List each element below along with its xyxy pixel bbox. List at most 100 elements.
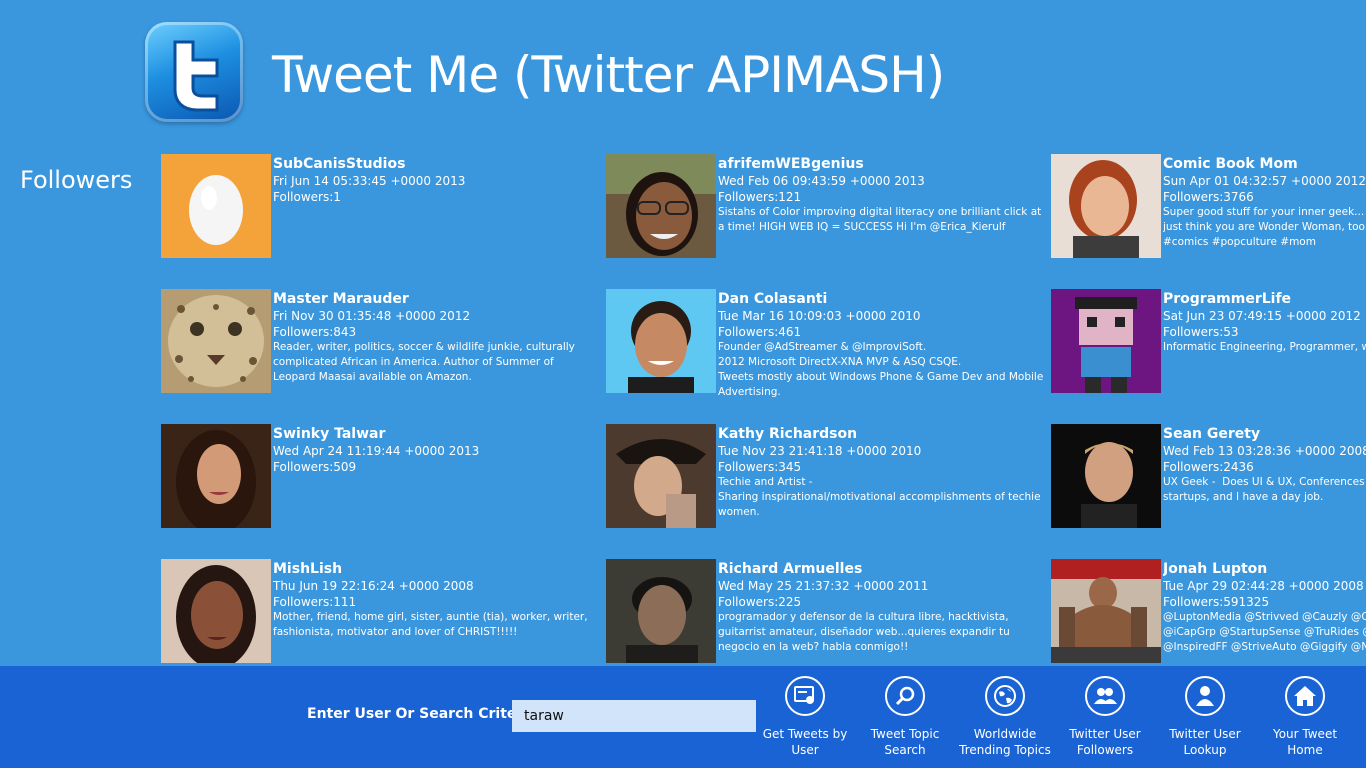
followers-value: 225 [778, 595, 802, 609]
tweets-by-user-icon [785, 676, 825, 716]
follower-count: Followers:53 [1163, 324, 1366, 340]
follower-card[interactable]: MishLish Thu Jun 19 22:16:24 +0000 2008 … [161, 559, 601, 663]
avatar [1051, 154, 1161, 258]
follower-name[interactable]: Sean Gerety [1163, 425, 1366, 443]
follower-card[interactable]: Kathy Richardson Tue Nov 23 21:41:18 +00… [606, 424, 1046, 528]
avatar [1051, 289, 1161, 393]
followers-value: 345 [778, 460, 802, 474]
follower-card[interactable]: Comic Book Mom Sun Apr 01 04:32:57 +0000… [1051, 154, 1366, 258]
follower-card[interactable]: Jonah Lupton Tue Apr 29 02:44:28 +0000 2… [1051, 559, 1366, 663]
follower-name[interactable]: Kathy Richardson [718, 425, 1044, 443]
avatar [606, 559, 716, 663]
follower-card[interactable]: Dan Colasanti Tue Mar 16 10:09:03 +0000 … [606, 289, 1046, 398]
follower-card[interactable]: afrifemWEBgenius Wed Feb 06 09:43:59 +00… [606, 154, 1046, 258]
tweet-topic-search-button[interactable]: Tweet Topic Search [855, 676, 955, 758]
follower-card[interactable]: Master Marauder Fri Nov 30 01:35:48 +000… [161, 289, 601, 393]
followers-value: 111 [333, 595, 357, 609]
follower-name[interactable]: Richard Armuelles [718, 560, 1044, 578]
follower-date: Fri Jun 14 05:33:45 +0000 2013 [273, 174, 466, 188]
bottom-app-bar: Enter User Or Search Criteria: Get Tweet… [0, 666, 1366, 768]
followers-value: 461 [778, 325, 802, 339]
button-label: Twitter User Followers [1069, 727, 1141, 757]
avatar [161, 154, 271, 258]
twitter-user-followers-button[interactable]: Twitter User Followers [1055, 676, 1155, 758]
avatar [1051, 559, 1161, 663]
search-label: Enter User Or Search Criteria: [307, 706, 544, 722]
avatar [606, 424, 716, 528]
followers-value: 121 [778, 190, 802, 204]
follower-card[interactable]: ProgrammerLife Sat Jun 23 07:49:15 +0000… [1051, 289, 1366, 393]
follower-name[interactable]: Master Marauder [273, 290, 599, 308]
followers-value: 1 [333, 190, 341, 204]
search-icon [885, 676, 925, 716]
follower-name[interactable]: Jonah Lupton [1163, 560, 1366, 578]
get-tweets-by-user-button[interactable]: Get Tweets by User [755, 676, 855, 758]
follower-name[interactable]: ProgrammerLife [1163, 290, 1366, 308]
follower-date: Thu Jun 19 22:16:24 +0000 2008 [273, 579, 474, 593]
followers-label: Followers: [273, 460, 334, 474]
follower-count: Followers:461 [718, 324, 1044, 340]
follower-name[interactable]: Comic Book Mom [1163, 155, 1366, 173]
follower-name[interactable]: Swinky Talwar [273, 425, 599, 443]
follower-count: Followers:111 [273, 594, 599, 610]
avatar [606, 154, 716, 258]
follower-description: Informatic Engineering, Programmer, wann… [1163, 341, 1366, 353]
follower-count: Followers:3766 [1163, 189, 1366, 205]
follower-date: Wed Feb 13 03:28:36 +0000 2008 [1163, 444, 1366, 458]
followers-value: 2436 [1223, 460, 1254, 474]
app-logo [145, 22, 243, 122]
follower-description: @LuptonMedia @Strivved @Cauzly @Gree @iC… [1163, 611, 1366, 653]
follower-description: Sistahs of Color improving digital liter… [718, 206, 1042, 233]
follower-date: Wed Feb 06 09:43:59 +0000 2013 [718, 174, 925, 188]
app-title: Tweet Me (Twitter APIMASH) [272, 46, 945, 104]
followers-icon [1085, 676, 1125, 716]
follower-date: Wed May 25 21:37:32 +0000 2011 [718, 579, 929, 593]
follower-count: Followers:591325 [1163, 594, 1366, 610]
follower-count: Followers:121 [718, 189, 1044, 205]
follower-date: Tue Apr 29 02:44:28 +0000 2008 [1163, 579, 1364, 593]
button-label: Twitter User Lookup [1169, 727, 1241, 757]
follower-name[interactable]: afrifemWEBgenius [718, 155, 1044, 173]
followers-value: 843 [333, 325, 357, 339]
section-title: Followers [20, 166, 133, 194]
follower-name[interactable]: MishLish [273, 560, 599, 578]
followers-label: Followers: [1163, 460, 1224, 474]
follower-card[interactable]: SubCanisStudios Fri Jun 14 05:33:45 +000… [161, 154, 601, 258]
follower-description: Mother, friend, home girl, sister, aunti… [273, 611, 588, 638]
followers-label: Followers: [273, 325, 334, 339]
followers-label: Followers: [1163, 325, 1224, 339]
follower-card[interactable]: Swinky Talwar Wed Apr 24 11:19:44 +0000 … [161, 424, 601, 528]
follower-description: programador y defensor de la cultura lib… [718, 611, 1010, 653]
followers-label: Followers: [1163, 595, 1224, 609]
twitter-t-icon [173, 40, 219, 112]
followers-value: 53 [1223, 325, 1239, 339]
follower-name[interactable]: Dan Colasanti [718, 290, 1044, 308]
follower-description: Reader, writer, politics, soccer & wildl… [273, 341, 575, 383]
user-lookup-icon [1185, 676, 1225, 716]
followers-label: Followers: [718, 595, 779, 609]
follower-name[interactable]: SubCanisStudios [273, 155, 599, 173]
followers-value: 3766 [1223, 190, 1254, 204]
avatar [161, 424, 271, 528]
follower-card[interactable]: Sean Gerety Wed Feb 13 03:28:36 +0000 20… [1051, 424, 1366, 528]
follower-count: Followers:509 [273, 459, 599, 475]
followers-label: Followers: [273, 190, 334, 204]
search-input[interactable] [512, 700, 756, 732]
followers-value: 591325 [1223, 595, 1270, 609]
follower-date: Sun Apr 01 04:32:57 +0000 2012 [1163, 174, 1366, 188]
followers-grid: SubCanisStudios Fri Jun 14 05:33:45 +000… [161, 154, 1366, 666]
twitter-user-lookup-button[interactable]: Twitter User Lookup [1155, 676, 1255, 758]
follower-date: Wed Apr 24 11:19:44 +0000 2013 [273, 444, 480, 458]
follower-date: Tue Nov 23 21:41:18 +0000 2010 [718, 444, 922, 458]
follower-count: Followers:225 [718, 594, 1044, 610]
home-icon [1285, 676, 1325, 716]
follower-date: Tue Mar 16 10:09:03 +0000 2010 [718, 309, 921, 323]
followers-label: Followers: [1163, 190, 1224, 204]
your-tweet-home-button[interactable]: Your Tweet Home [1255, 676, 1355, 758]
follower-count: Followers:843 [273, 324, 599, 340]
follower-card[interactable]: Richard Armuelles Wed May 25 21:37:32 +0… [606, 559, 1046, 663]
button-label: Tweet Topic Search [870, 727, 940, 757]
avatar [161, 559, 271, 663]
button-label: Get Tweets by User [762, 727, 848, 757]
worldwide-trending-topics-button[interactable]: Worldwide Trending Topics [955, 676, 1055, 758]
